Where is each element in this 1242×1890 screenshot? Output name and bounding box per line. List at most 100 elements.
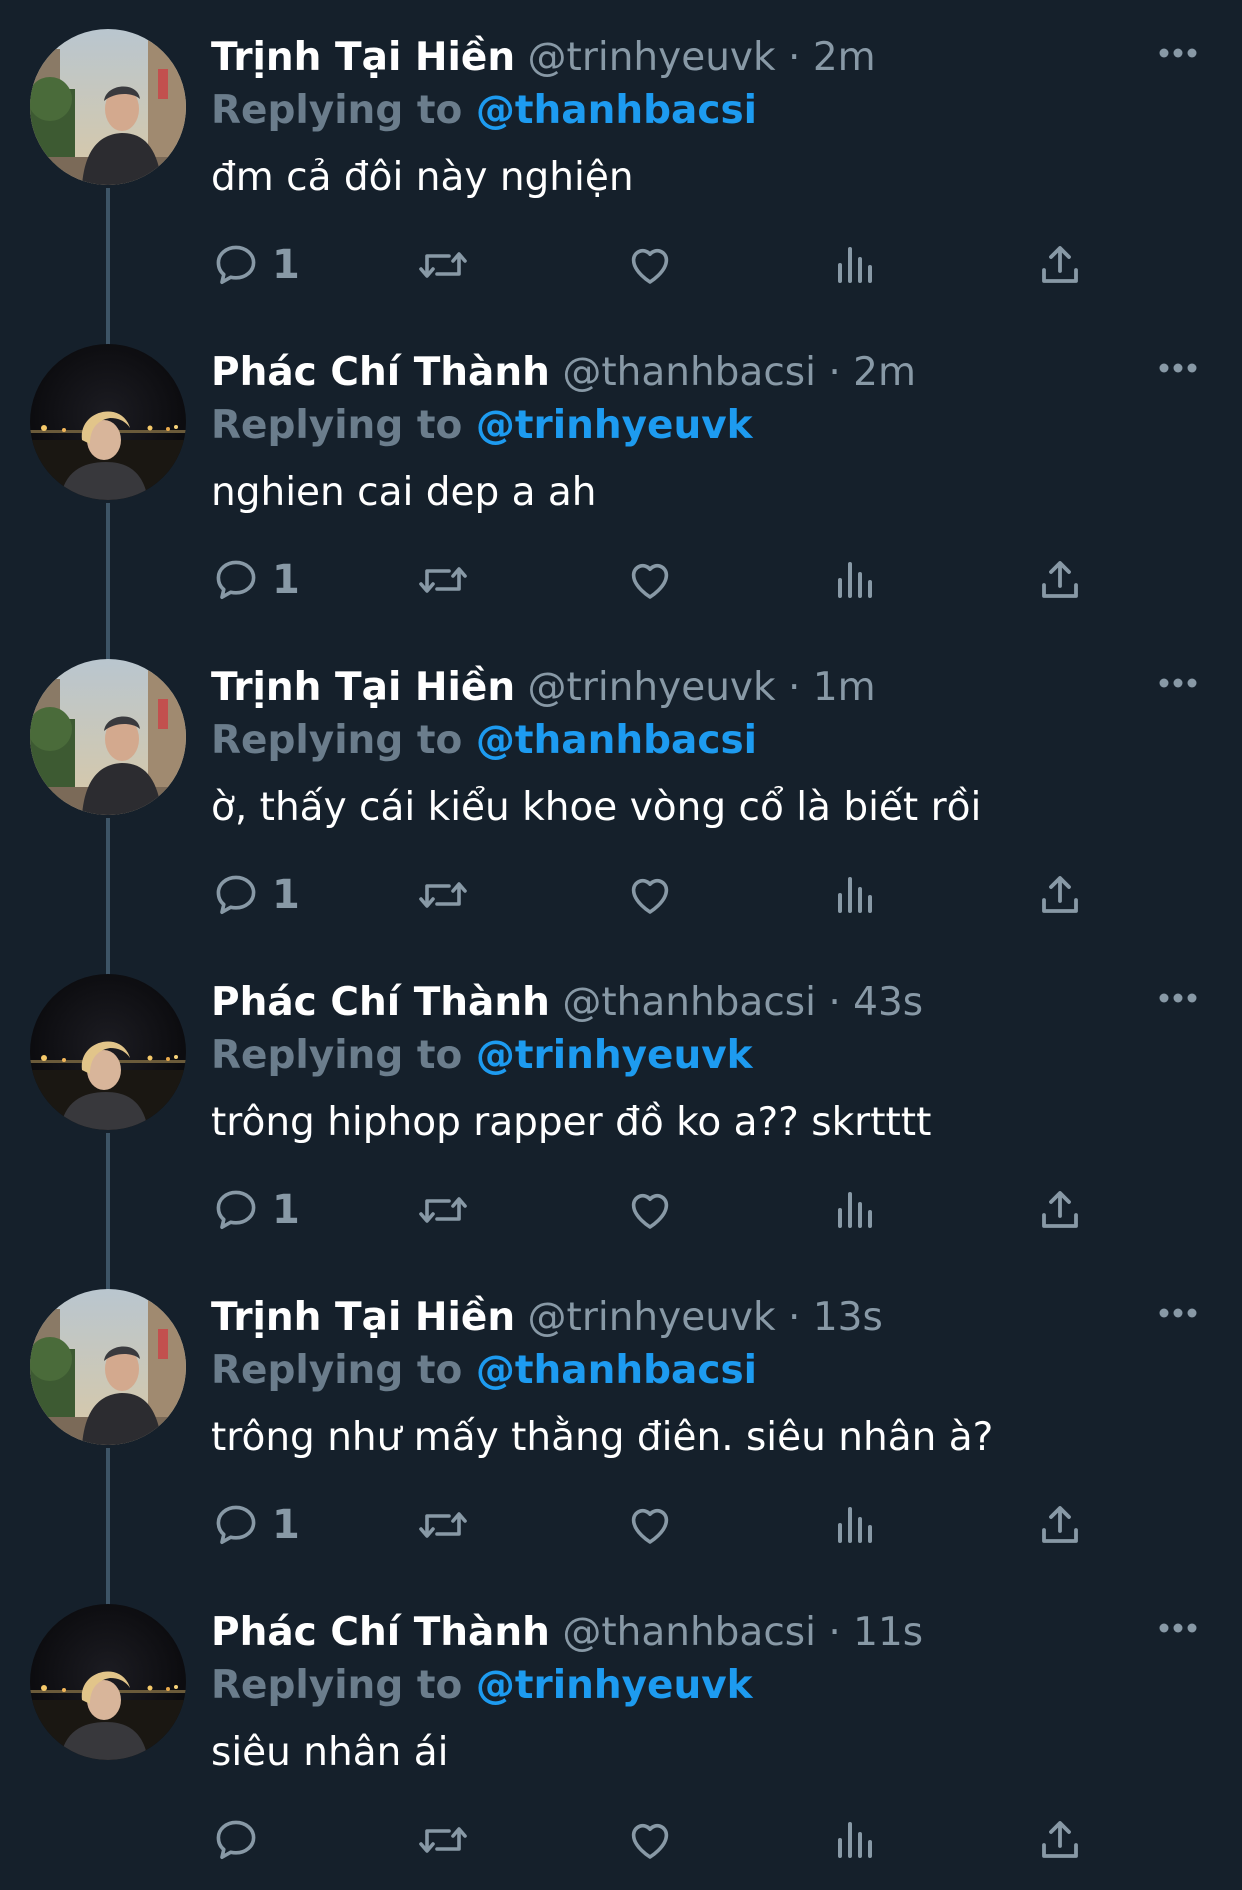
- user-handle[interactable]: @trinhyeuvk: [528, 35, 776, 80]
- avatar-photo-blond-night[interactable]: [30, 974, 186, 1130]
- share-icon: [1042, 561, 1078, 598]
- replying-to: Replying to @thanhbacsi: [211, 713, 757, 769]
- tweet-2[interactable]: Phác Chí Thành @thanhbacsi · 2m Replying…: [0, 315, 1242, 630]
- mention-link[interactable]: @thanhbacsi: [476, 88, 757, 133]
- share-button[interactable]: [1036, 235, 1084, 295]
- replying-to-label: Replying to: [211, 718, 463, 763]
- retweet-button[interactable]: [417, 235, 469, 295]
- like-button[interactable]: [626, 550, 674, 610]
- mention-link[interactable]: @trinhyeuvk: [476, 403, 753, 448]
- display-name[interactable]: Phác Chí Thành: [211, 1610, 550, 1655]
- analytics-button[interactable]: [832, 865, 880, 925]
- share-button[interactable]: [1036, 1810, 1084, 1870]
- analytics-icon: [838, 1192, 872, 1228]
- more-options-icon[interactable]: [1158, 1306, 1208, 1326]
- heart-icon: [631, 1823, 669, 1859]
- reply-button[interactable]: 1: [212, 550, 300, 610]
- like-button[interactable]: [626, 1180, 674, 1240]
- tweet-actions: 1: [0, 550, 1242, 610]
- reply-icon: [216, 560, 256, 599]
- tweet-header: Trịnh Tại Hiền @trinhyeuvk · 1m: [211, 660, 876, 716]
- reply-button[interactable]: 1: [212, 865, 300, 925]
- display-name[interactable]: Trịnh Tại Hiền: [211, 1295, 515, 1340]
- share-button[interactable]: [1036, 1495, 1084, 1555]
- reply-count: 1: [272, 1187, 300, 1233]
- timestamp[interactable]: 1m: [813, 665, 876, 710]
- mention-link[interactable]: @thanhbacsi: [476, 1348, 757, 1393]
- analytics-icon: [838, 877, 872, 913]
- user-handle[interactable]: @thanhbacsi: [562, 1610, 816, 1655]
- tweet-actions: 1: [0, 1495, 1242, 1555]
- analytics-icon: [838, 562, 872, 598]
- reply-button[interactable]: 1: [212, 235, 300, 295]
- avatar-photo-man-street[interactable]: [30, 659, 186, 815]
- tweet-6[interactable]: Phác Chí Thành @thanhbacsi · 11s Replyin…: [0, 1575, 1242, 1890]
- mention-link[interactable]: @trinhyeuvk: [476, 1033, 753, 1078]
- user-handle[interactable]: @trinhyeuvk: [528, 1295, 776, 1340]
- tweet-1[interactable]: Trịnh Tại Hiền @trinhyeuvk · 2m Replying…: [0, 0, 1242, 315]
- heart-icon: [631, 248, 669, 284]
- more-options-icon[interactable]: [1158, 46, 1208, 66]
- separator-dot: ·: [828, 980, 841, 1025]
- share-button[interactable]: [1036, 550, 1084, 610]
- display-name[interactable]: Trịnh Tại Hiền: [211, 35, 515, 80]
- more-options-icon[interactable]: [1158, 991, 1208, 1011]
- timestamp[interactable]: 2m: [853, 350, 916, 395]
- user-handle[interactable]: @thanhbacsi: [562, 980, 816, 1025]
- timestamp[interactable]: 11s: [853, 1610, 923, 1655]
- reply-icon: [216, 245, 256, 284]
- share-icon: [1042, 1506, 1078, 1543]
- avatar-photo-man-street[interactable]: [30, 1289, 186, 1445]
- display-name[interactable]: Trịnh Tại Hiền: [211, 665, 515, 710]
- mention-link[interactable]: @thanhbacsi: [476, 718, 757, 763]
- retweet-button[interactable]: [417, 1810, 469, 1870]
- share-button[interactable]: [1036, 865, 1084, 925]
- reply-button[interactable]: 1: [212, 1495, 300, 1555]
- heart-icon: [631, 563, 669, 599]
- analytics-button[interactable]: [832, 550, 880, 610]
- retweet-icon: [419, 1197, 467, 1223]
- replying-to: Replying to @trinhyeuvk: [211, 1028, 753, 1084]
- like-button[interactable]: [626, 865, 674, 925]
- separator-dot: ·: [828, 1610, 841, 1655]
- replying-to: Replying to @thanhbacsi: [211, 83, 757, 139]
- like-button[interactable]: [626, 1810, 674, 1870]
- tweet-4[interactable]: Phác Chí Thành @thanhbacsi · 43s Replyin…: [0, 945, 1242, 1260]
- user-handle[interactable]: @trinhyeuvk: [528, 665, 776, 710]
- reply-button[interactable]: [212, 1810, 260, 1870]
- retweet-button[interactable]: [417, 1180, 469, 1240]
- avatar-photo-man-street[interactable]: [30, 29, 186, 185]
- retweet-button[interactable]: [417, 1495, 469, 1555]
- analytics-button[interactable]: [832, 1495, 880, 1555]
- mention-link[interactable]: @trinhyeuvk: [476, 1663, 753, 1708]
- retweet-icon: [419, 567, 467, 593]
- timestamp[interactable]: 13s: [813, 1295, 883, 1340]
- timestamp[interactable]: 2m: [813, 35, 876, 80]
- reply-icon: [216, 1190, 256, 1229]
- user-handle[interactable]: @thanhbacsi: [562, 350, 816, 395]
- display-name[interactable]: Phác Chí Thành: [211, 980, 550, 1025]
- retweet-button[interactable]: [417, 865, 469, 925]
- tweet-3[interactable]: Trịnh Tại Hiền @trinhyeuvk · 1m Replying…: [0, 630, 1242, 945]
- analytics-button[interactable]: [832, 1810, 880, 1870]
- share-icon: [1042, 876, 1078, 913]
- retweet-icon: [419, 882, 467, 908]
- more-options-icon[interactable]: [1158, 361, 1208, 381]
- analytics-button[interactable]: [832, 235, 880, 295]
- reply-icon: [216, 1505, 256, 1544]
- reply-button[interactable]: 1: [212, 1180, 300, 1240]
- tweet-5[interactable]: Trịnh Tại Hiền @trinhyeuvk · 13s Replyin…: [0, 1260, 1242, 1575]
- avatar-photo-blond-night[interactable]: [30, 344, 186, 500]
- like-button[interactable]: [626, 235, 674, 295]
- display-name[interactable]: Phác Chí Thành: [211, 350, 550, 395]
- share-button[interactable]: [1036, 1180, 1084, 1240]
- analytics-button[interactable]: [832, 1180, 880, 1240]
- timestamp[interactable]: 43s: [853, 980, 923, 1025]
- retweet-button[interactable]: [417, 550, 469, 610]
- avatar-photo-blond-night[interactable]: [30, 1604, 186, 1760]
- retweet-icon: [419, 252, 467, 278]
- reply-count: 1: [272, 1502, 300, 1548]
- like-button[interactable]: [626, 1495, 674, 1555]
- more-options-icon[interactable]: [1158, 1621, 1208, 1641]
- more-options-icon[interactable]: [1158, 676, 1208, 696]
